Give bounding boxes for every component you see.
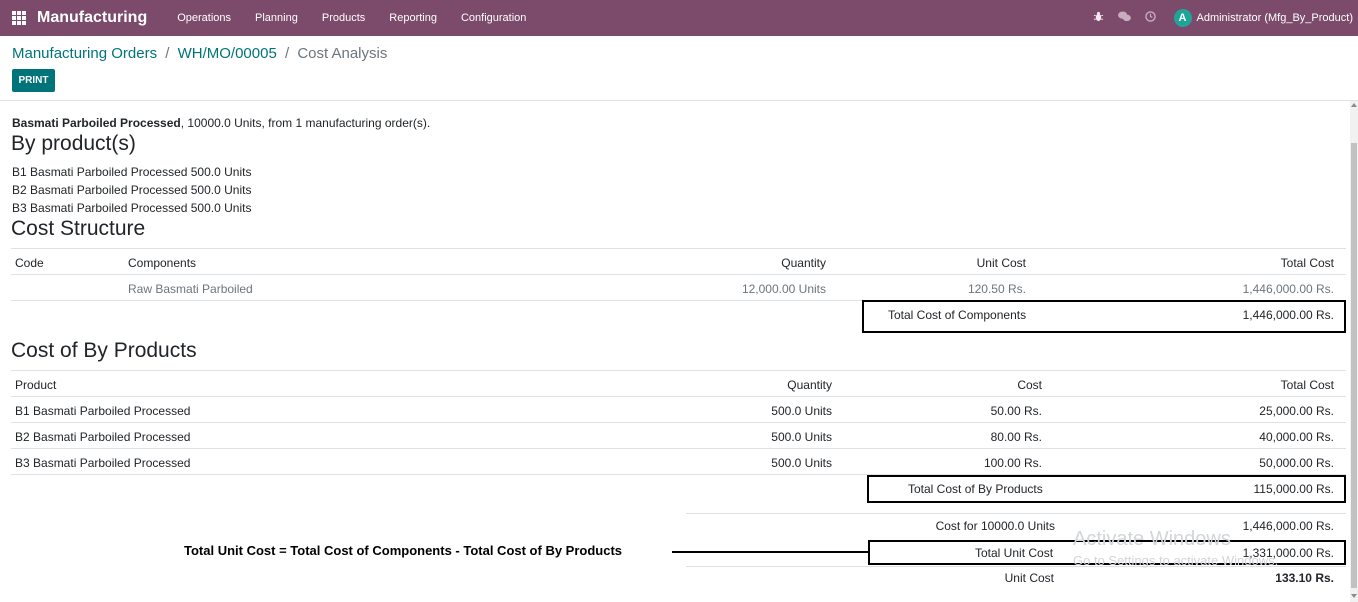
breadcrumb: Manufacturing Orders / WH/MO/00005 / Cos…	[12, 45, 387, 62]
summary-details: , 10000.0 Units, from 1 manufacturing or…	[180, 116, 431, 130]
cell-quantity: 500.0 Units	[771, 456, 832, 470]
cell-total-cost: 40,000.00 Rs.	[1259, 430, 1334, 444]
cell-cost: 80.00 Rs.	[990, 430, 1042, 444]
cell-cost: 50.00 Rs.	[990, 404, 1042, 418]
breadcrumb-manufacturing-orders[interactable]: Manufacturing Orders	[12, 45, 157, 62]
col-code: Code	[15, 256, 44, 270]
byproduct-costs-table: Product Quantity Cost Total Cost B1 Basm…	[11, 370, 1346, 475]
col-total-cost: Total Cost	[1280, 256, 1334, 270]
user-menu[interactable]: Administrator (Mfg_By_Product)	[1197, 12, 1354, 24]
cell-cost: 100.00 Rs.	[983, 456, 1042, 470]
apps-grid-icon[interactable]	[12, 11, 26, 25]
byproduct-line: B3 Basmati Parboiled Processed 500.0 Uni…	[12, 201, 252, 215]
chat-icon[interactable]	[1117, 11, 1131, 25]
col-unit-cost: Unit Cost	[976, 256, 1026, 270]
summary-divider	[686, 513, 1346, 514]
menu-planning[interactable]: Planning	[255, 12, 298, 24]
bug-icon[interactable]	[1093, 11, 1104, 25]
byproduct-line: B1 Basmati Parboiled Processed 500.0 Uni…	[12, 165, 252, 179]
table-header-row: Product Quantity Cost Total Cost	[11, 370, 1346, 396]
cost-for-units-value: 1,446,000.00 Rs.	[1242, 519, 1334, 533]
col-components: Components	[128, 256, 197, 270]
unit-cost-value: 133.10 Rs.	[1275, 571, 1334, 585]
report-summary: Basmati Parboiled Processed, 10000.0 Uni…	[12, 116, 430, 130]
annotation-pointer-line	[672, 551, 870, 553]
top-navbar: Manufacturing Operations Planning Produc…	[0, 0, 1358, 36]
cell-total-cost: 1,446,000.00 Rs.	[1242, 282, 1334, 296]
breadcrumb-mo-reference[interactable]: WH/MO/00005	[178, 45, 277, 62]
col-product: Product	[15, 378, 57, 392]
scroll-down-arrow-icon[interactable]	[1351, 594, 1357, 598]
windows-watermark-subtitle: Go to Settings to activate Windows.	[1073, 553, 1279, 568]
cost-structure-table: Code Components Quantity Unit Cost Total…	[11, 248, 1346, 301]
scrollbar-thumb[interactable]	[1351, 143, 1357, 588]
cell-quantity: 12,000.00 Units	[741, 282, 826, 296]
breadcrumb-current: Cost Analysis	[297, 45, 388, 62]
total-components-box: Total Cost of Components 1,446,000.00 Rs…	[862, 300, 1346, 333]
formula-annotation: Total Unit Cost = Total Cost of Componen…	[184, 543, 623, 558]
cell-quantity: 500.0 Units	[771, 404, 832, 418]
total-components-value: 1,446,000.00 Rs.	[1242, 308, 1334, 322]
cell-total-cost: 25,000.00 Rs.	[1259, 404, 1334, 418]
total-unit-cost-label: Total Unit Cost	[975, 546, 1054, 560]
col-total-cost: Total Cost	[1280, 378, 1334, 392]
unit-cost-label: Unit Cost	[1004, 571, 1054, 585]
byproduct-line: B2 Basmati Parboiled Processed 500.0 Uni…	[12, 183, 252, 197]
col-cost: Cost	[1017, 378, 1042, 392]
table-header-row: Code Components Quantity Unit Cost Total…	[11, 248, 1346, 274]
byproducts-heading: By product(s)	[11, 132, 136, 155]
breadcrumb-separator: /	[284, 45, 290, 62]
cell-total-cost: 50,000.00 Rs.	[1259, 456, 1334, 470]
menu-reporting[interactable]: Reporting	[389, 12, 437, 24]
col-quantity: Quantity	[781, 256, 826, 270]
total-byproducts-value: 115,000.00 Rs.	[1253, 482, 1334, 496]
table-row: Raw Basmati Parboiled 12,000.00 Units 12…	[11, 274, 1346, 300]
cell-product: B3 Basmati Parboiled Processed	[15, 456, 191, 470]
breadcrumb-separator: /	[165, 45, 170, 62]
table-row: B1 Basmati Parboiled Processed 500.0 Uni…	[11, 396, 1346, 422]
total-byproducts-label: Total Cost of By Products	[908, 482, 1043, 496]
total-components-label: Total Cost of Components	[888, 308, 1027, 322]
print-button[interactable]: PRINT	[12, 69, 55, 92]
byproduct-costs-heading: Cost of By Products	[11, 339, 197, 362]
cell-quantity: 500.0 Units	[771, 430, 832, 444]
menu-configuration[interactable]: Configuration	[461, 12, 526, 24]
col-quantity: Quantity	[787, 378, 832, 392]
windows-watermark-title: Activate Windows	[1073, 528, 1231, 550]
scroll-up-arrow-icon[interactable]	[1351, 103, 1357, 107]
table-row: B2 Basmati Parboiled Processed 500.0 Uni…	[11, 422, 1346, 448]
navbar-systray: A Administrator (Mfg_By_Product)	[1093, 0, 1358, 36]
cost-analysis-report: Basmati Parboiled Processed, 10000.0 Uni…	[0, 101, 1350, 602]
cell-component[interactable]: Raw Basmati Parboiled	[128, 282, 253, 296]
cell-product: B2 Basmati Parboiled Processed	[15, 430, 191, 444]
clock-icon[interactable]	[1144, 11, 1156, 25]
total-byproducts-box: Total Cost of By Products 115,000.00 Rs.	[867, 475, 1346, 503]
app-name[interactable]: Manufacturing	[37, 9, 147, 27]
menu-products[interactable]: Products	[322, 12, 365, 24]
table-row: B3 Basmati Parboiled Processed 500.0 Uni…	[11, 448, 1346, 474]
avatar[interactable]: A	[1173, 9, 1192, 27]
cell-unit-cost: 120.50 Rs.	[967, 282, 1026, 296]
cell-product: B1 Basmati Parboiled Processed	[15, 404, 191, 418]
summary-product: Basmati Parboiled Processed	[12, 116, 181, 130]
cost-structure-heading: Cost Structure	[11, 217, 146, 240]
menu-operations[interactable]: Operations	[177, 12, 231, 24]
cost-for-units-label: Cost for 10000.0 Units	[935, 519, 1055, 533]
